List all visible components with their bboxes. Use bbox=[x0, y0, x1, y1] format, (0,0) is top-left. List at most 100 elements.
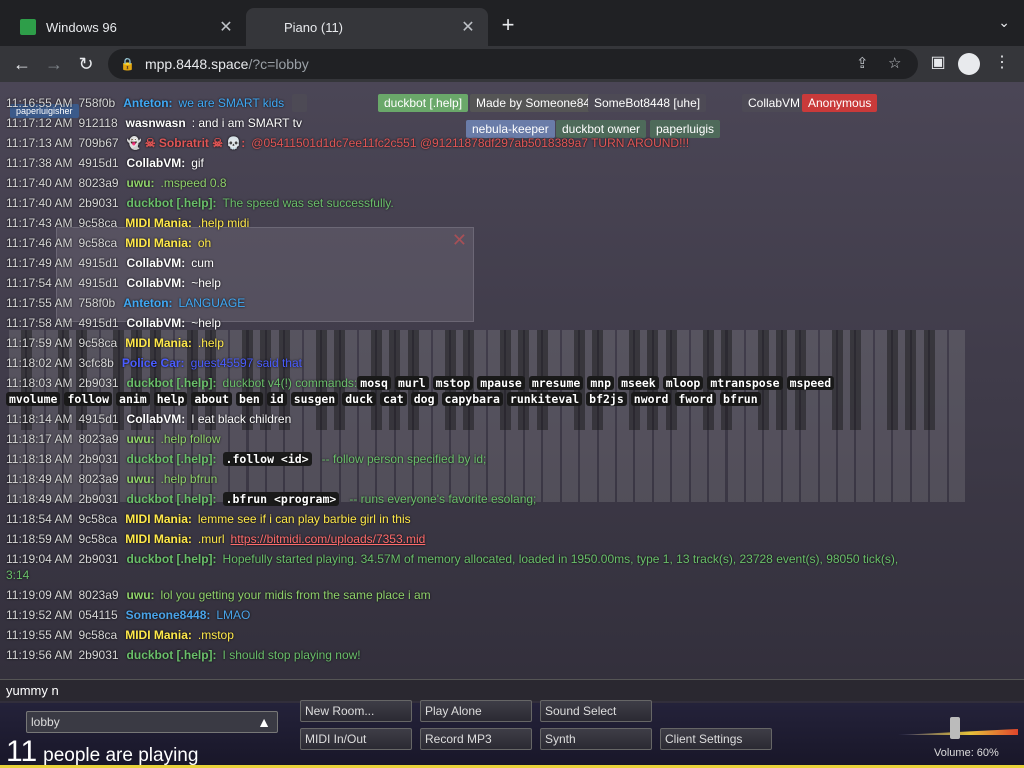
volume-knob[interactable] bbox=[950, 717, 960, 739]
message-text: lemme see if i can play barbie girl in t… bbox=[197, 512, 411, 526]
client-settings-button[interactable]: Client Settings bbox=[660, 728, 772, 750]
message-text: .murl bbox=[197, 532, 225, 546]
message-sender: duckbot [.help]: bbox=[126, 552, 217, 566]
command-code: mvolume bbox=[6, 392, 61, 406]
player-count-label: people are playing bbox=[43, 745, 199, 766]
play-alone-button[interactable]: Play Alone bbox=[420, 700, 532, 722]
share-icon[interactable]: ⇪ bbox=[856, 54, 869, 72]
command-code: mspeed bbox=[786, 376, 835, 390]
message-text: .mspeed 0.8 bbox=[160, 176, 227, 190]
command-code: capybara bbox=[441, 392, 503, 406]
command-code: cat bbox=[379, 392, 407, 406]
message-text: gif bbox=[191, 156, 204, 170]
message-time: 11:17:49 AM bbox=[6, 256, 73, 270]
chat-message: 11:19:09 AM 8023a9 uwu: lol you getting you… bbox=[6, 588, 431, 602]
command-code: mtranspose bbox=[707, 376, 783, 390]
message-user-id: 2b9031 bbox=[78, 552, 119, 566]
message-sender: MIDI Mania: bbox=[125, 532, 192, 546]
new-tab-icon[interactable]: + bbox=[496, 12, 520, 38]
message-text: .help bbox=[197, 336, 224, 350]
message-user-id: 4915d1 bbox=[78, 256, 119, 270]
synth-button[interactable]: Synth bbox=[540, 728, 652, 750]
message-time: 11:19:52 AM bbox=[6, 608, 73, 622]
message-sender: uwu: bbox=[126, 472, 155, 486]
more-menu-icon[interactable]: ⋮ bbox=[990, 52, 1014, 72]
message-time: 11:18:02 AM bbox=[6, 356, 73, 370]
tab-piano[interactable]: Piano (11) ✕ bbox=[246, 8, 488, 283]
message-sender: Anteton: bbox=[123, 96, 173, 110]
command-code: help bbox=[153, 392, 188, 406]
command-code: susgen bbox=[290, 392, 339, 406]
chat-message: 11:17:40 AM 8023a9 uwu: .mspeed 0.8 bbox=[6, 176, 227, 190]
chat-message: 11:18:03 AM 2b9031 duckbot [.help]: duckbot… bbox=[6, 376, 838, 390]
message-user-id: 2b9031 bbox=[78, 492, 119, 506]
message-link[interactable]: https://bitmidi.com/uploads/7353.mid bbox=[231, 532, 426, 546]
tab-windows96[interactable]: Windows 96 ✕ bbox=[8, 8, 246, 46]
star-icon[interactable]: ☆ bbox=[888, 54, 901, 72]
chat-message: 11:17:58 AM 4915d1 CollabVM: ~help bbox=[6, 316, 221, 330]
message-text: LMAO bbox=[216, 608, 251, 622]
message-sender: Anteton: bbox=[123, 296, 173, 310]
message-sender: duckbot [.help]: bbox=[126, 492, 217, 506]
url-path: /?c=lobby bbox=[248, 56, 309, 72]
command-code: .bfrun <program> bbox=[222, 492, 340, 506]
arrow-up-icon[interactable]: ▲ bbox=[255, 713, 273, 731]
chevron-down-icon[interactable]: ⌄ bbox=[998, 14, 1010, 31]
url-host: mpp.8448.space bbox=[144, 56, 249, 72]
message-sender: CollabVM: bbox=[126, 412, 186, 426]
record-mp3-button[interactable]: Record MP3 bbox=[420, 728, 532, 750]
sound-select-button[interactable]: Sound Select bbox=[540, 700, 652, 722]
message-user-id: 9c58ca bbox=[78, 628, 118, 642]
volume-slider[interactable]: Volume: 60% bbox=[896, 711, 1020, 761]
chat-message: mvolume follow anim help about ben id susgen duc… bbox=[6, 392, 765, 406]
message-text: .help bfrun bbox=[160, 472, 218, 486]
url-field[interactable]: 🔒 mpp.8448.space /?c=lobby ⇪ ☆ bbox=[108, 49, 918, 79]
room-select[interactable]: lobby ▲ bbox=[26, 711, 278, 733]
message-text: lol you getting your midis from the same… bbox=[160, 588, 431, 602]
message-sender: MIDI Mania: bbox=[125, 236, 192, 250]
back-arrow-icon[interactable]: ← bbox=[10, 52, 34, 76]
message-user-id: 709b67 bbox=[78, 136, 119, 150]
chat-message: 11:18:02 AM 3cfc8b Police Car: guest45597 s… bbox=[6, 356, 302, 370]
chat-message: 11:17:54 AM 4915d1 CollabVM: ~help bbox=[6, 276, 221, 290]
message-user-id: 4915d1 bbox=[78, 276, 119, 290]
close-icon[interactable]: ✕ bbox=[460, 17, 476, 37]
message-time: 11:19:09 AM bbox=[6, 588, 73, 602]
message-text: ~help bbox=[191, 316, 221, 330]
message-time: 11:18:18 AM bbox=[6, 452, 73, 466]
command-code: mloop bbox=[662, 376, 704, 390]
message-time: 11:16:55 AM bbox=[6, 96, 73, 110]
profile-avatar-icon[interactable] bbox=[958, 53, 980, 75]
tab-title: Piano (11) bbox=[284, 19, 344, 35]
message-time: 11:19:55 AM bbox=[6, 628, 73, 642]
close-icon[interactable]: ✕ bbox=[218, 17, 234, 37]
command-code: mpause bbox=[477, 376, 525, 390]
message-sender: CollabVM: bbox=[126, 276, 186, 290]
chat-input[interactable] bbox=[0, 680, 1024, 701]
message-text: .mstop bbox=[197, 628, 234, 642]
message-time: 11:17:43 AM bbox=[6, 216, 73, 230]
chat-message: 11:17:46 AM 9c58ca MIDI Mania: oh bbox=[6, 236, 211, 250]
command-code: ben bbox=[236, 392, 263, 406]
message-sender: uwu: bbox=[126, 432, 155, 446]
midi-io-button[interactable]: MIDI In/Out bbox=[300, 728, 412, 750]
player-count-number: 11 bbox=[6, 735, 38, 768]
message-user-id: 054115 bbox=[78, 608, 118, 622]
sidebar-icon[interactable]: ▣ bbox=[926, 52, 950, 72]
message-user-id: 9c58ca bbox=[78, 236, 118, 250]
forward-arrow-icon[interactable]: → bbox=[42, 52, 66, 76]
message-sender: MIDI Mania: bbox=[125, 628, 192, 642]
message-sender: Someone8448: bbox=[125, 608, 211, 622]
message-user-id: 9c58ca bbox=[78, 336, 118, 350]
message-time: 11:18:59 AM bbox=[6, 532, 73, 546]
chat-message: 11:17:55 AM 758f0b Anteton: LANGUAGE bbox=[6, 296, 245, 310]
command-code: fword bbox=[675, 392, 717, 406]
message-text: cum bbox=[191, 256, 214, 270]
message-text: .help midi bbox=[197, 216, 250, 230]
command-code: anim bbox=[116, 392, 150, 406]
message-time: 11:17:55 AM bbox=[6, 296, 73, 310]
message-user-id: 4915d1 bbox=[78, 316, 119, 330]
reload-icon[interactable]: ↻ bbox=[74, 52, 98, 76]
new-room-button[interactable]: New Room... bbox=[300, 700, 412, 722]
message-text: 3:14 bbox=[6, 568, 30, 582]
